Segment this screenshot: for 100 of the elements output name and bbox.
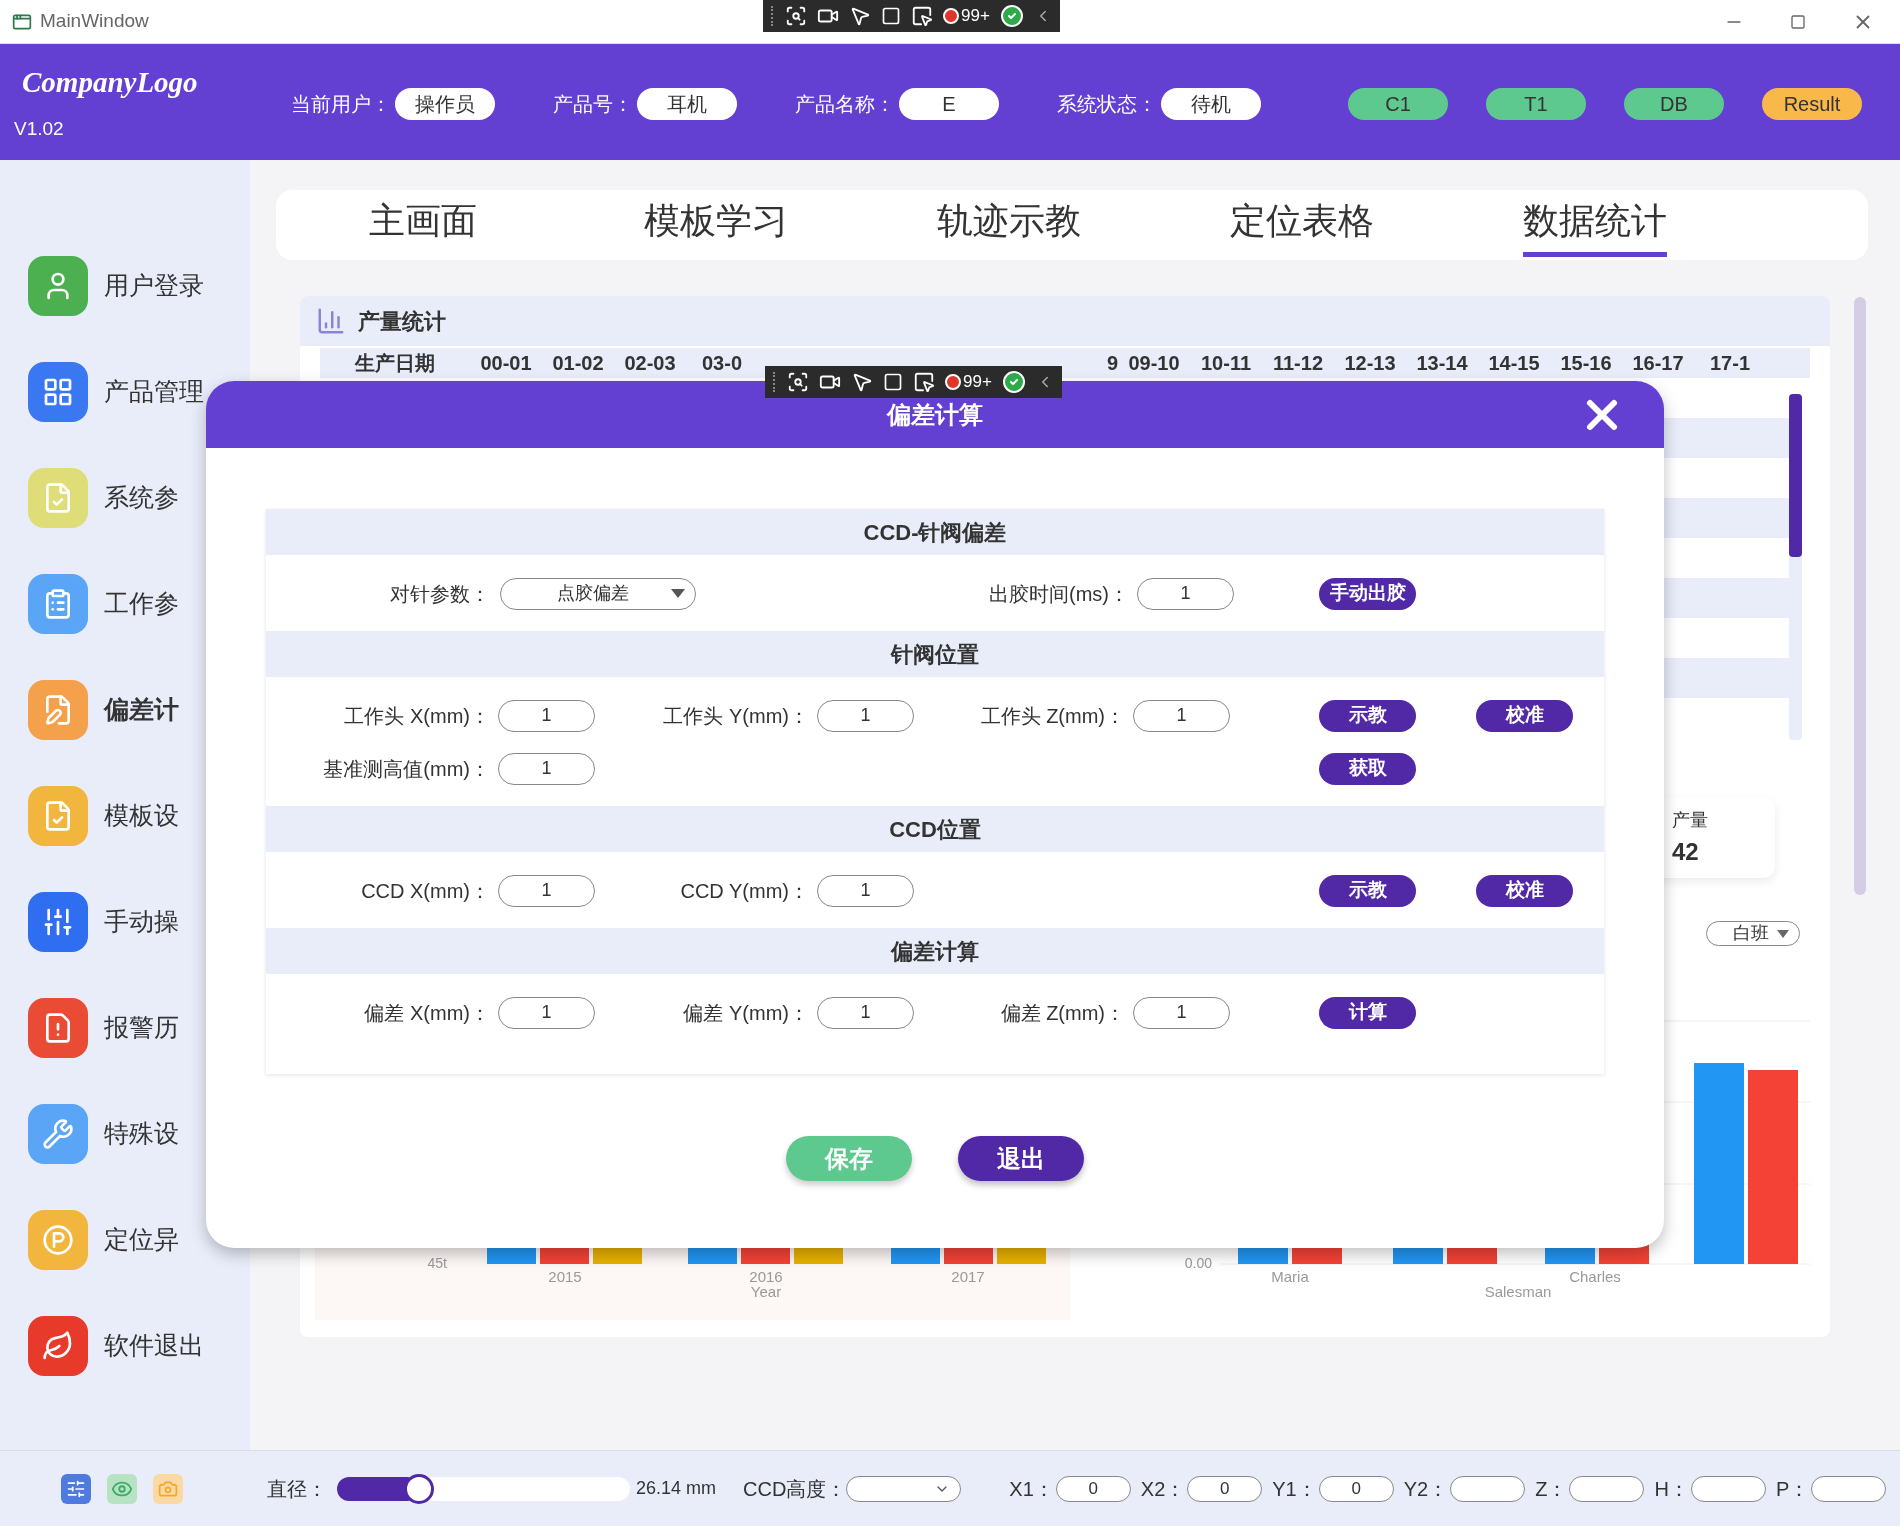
column-header: 17-1 (1709, 351, 1751, 376)
ccd-height-select[interactable] (846, 1475, 962, 1502)
axis-tick: 0.00 (1184, 1255, 1212, 1271)
dialog-button[interactable]: 退出 (958, 1136, 1084, 1181)
pointer-box-icon[interactable] (913, 371, 935, 393)
check-icon[interactable] (1001, 370, 1026, 394)
action-button[interactable]: 校准 (1476, 699, 1573, 732)
column-header: 14-15 (1487, 351, 1541, 376)
column-header: 02-03 (623, 351, 677, 376)
diameter-slider[interactable] (337, 1476, 630, 1501)
value-field[interactable]: 1 (817, 996, 914, 1029)
record-icon[interactable] (945, 374, 961, 390)
sidebar-item[interactable]: 特殊设 (28, 1104, 250, 1164)
square-icon[interactable] (883, 372, 903, 392)
action-button[interactable]: 校准 (1476, 874, 1573, 907)
action-button[interactable]: 示教 (1319, 874, 1416, 907)
sidebar-item[interactable]: 产品管理 (28, 362, 250, 422)
coord-field[interactable] (1569, 1475, 1645, 1502)
coord-field[interactable] (1811, 1475, 1887, 1502)
coord-field[interactable]: 0 (1318, 1475, 1394, 1502)
field-label: CCD Y(mm)： (679, 878, 809, 904)
column-header: 13-14 (1415, 351, 1469, 376)
scrollbar-thumb[interactable] (1789, 394, 1802, 557)
axis-label: 2017 (951, 1268, 985, 1285)
action-button[interactable]: 手动出胶 (1319, 577, 1416, 610)
column-header: 10-11 (1199, 351, 1253, 376)
value-field[interactable]: 1 (498, 752, 595, 785)
sidebar-item[interactable]: 模板设 (28, 786, 250, 846)
pointer-icon[interactable] (851, 371, 873, 393)
header-value: 待机 (1161, 88, 1261, 120)
field-label: 对针参数： (389, 581, 490, 607)
sidebar-item[interactable]: 软件退出 (28, 1316, 250, 1376)
sidebar-item[interactable]: 工作参 (28, 574, 250, 634)
chart-icon (316, 306, 346, 336)
tab[interactable]: 数据统计 (1448, 190, 1741, 260)
header-label: 当前用户： (291, 92, 391, 117)
grip-icon (771, 6, 775, 26)
maximize-icon[interactable] (1790, 13, 1806, 30)
company-logo: CompanyLogo (22, 65, 199, 100)
tab[interactable]: 模板学习 (569, 190, 862, 260)
value-field[interactable]: 1 (498, 874, 595, 907)
status-indicator: T1 (1486, 88, 1586, 120)
sidebar-item[interactable]: 手动操 (28, 892, 250, 952)
sidebar-item[interactable]: 系统参 (28, 468, 250, 528)
value-field[interactable]: 1 (1137, 577, 1234, 610)
field-label: 偏差 Y(mm)： (682, 1000, 809, 1026)
tab[interactable]: 主画面 (276, 190, 569, 260)
axis-title: Year (750, 1283, 782, 1300)
value-field[interactable]: 1 (817, 699, 914, 732)
column-header: 15-16 (1559, 351, 1613, 376)
page-scrollbar[interactable] (1854, 297, 1866, 895)
action-button[interactable]: 计算 (1319, 996, 1416, 1029)
diameter-reading: 26.14 mm (636, 1477, 718, 1500)
coord-label: X1： (1009, 1476, 1054, 1502)
tab[interactable]: 定位表格 (1155, 190, 1448, 260)
field-label: 工作头 Z(mm)： (979, 703, 1125, 729)
sidebar-item[interactable]: 定位异 (28, 1210, 250, 1270)
check-icon[interactable] (999, 4, 1024, 28)
value-field[interactable]: 1 (817, 874, 914, 907)
value-field[interactable]: 1 (498, 699, 595, 732)
sidebar-item[interactable]: 偏差计 (28, 680, 250, 740)
coord-label: P： (1775, 1476, 1810, 1502)
coord-label: Z： (1535, 1476, 1568, 1502)
pointer-box-icon[interactable] (911, 5, 933, 27)
record-icon[interactable] (943, 8, 959, 24)
section-header: CCD-针阀偏差 (266, 509, 1604, 555)
square-icon[interactable] (881, 6, 901, 26)
section-header: 针阀位置 (266, 631, 1604, 677)
tab[interactable]: 轨迹示教 (862, 190, 1155, 260)
axis-label: 2016 (749, 1268, 783, 1285)
axis-label: Maria (1271, 1268, 1309, 1285)
value-field[interactable]: 1 (1133, 699, 1230, 732)
section-header: 偏差计算 (266, 928, 1604, 974)
coord-label: X2： (1140, 1476, 1186, 1502)
status-indicator: C1 (1348, 88, 1448, 120)
param-select[interactable]: 点胶偏差 (500, 577, 696, 610)
sliders-icon[interactable] (61, 1473, 91, 1504)
value-field[interactable]: 1 (1133, 996, 1230, 1029)
ccd-height-label: CCD高度： (743, 1476, 847, 1502)
slider-thumb[interactable] (404, 1473, 435, 1504)
window-title: MainWindow (40, 9, 149, 34)
coord-field[interactable]: 0 (1055, 1475, 1131, 1502)
screenshot-icon[interactable] (787, 371, 809, 393)
section-header: CCD位置 (266, 806, 1604, 852)
screenshot-icon[interactable] (785, 5, 807, 27)
column-header: 03-0 (701, 351, 743, 376)
coord-field[interactable] (1690, 1475, 1766, 1502)
badge-count: 99+ (963, 371, 992, 394)
dropdown-arrow-icon (1777, 929, 1789, 938)
action-button[interactable]: 获取 (1319, 752, 1416, 785)
column-header: 01-02 (551, 351, 605, 376)
coord-field[interactable] (1450, 1475, 1526, 1502)
coord-field[interactable]: 0 (1187, 1475, 1263, 1502)
sidebar-item[interactable]: 报警历 (28, 998, 250, 1058)
pointer-icon[interactable] (849, 5, 871, 27)
value-field[interactable]: 1 (498, 996, 595, 1029)
axis-tick: 45t (427, 1255, 447, 1271)
action-button[interactable]: 示教 (1319, 699, 1416, 732)
sidebar-item[interactable]: 用户登录 (28, 256, 250, 316)
field-label: 工作头 X(mm)： (343, 703, 490, 729)
